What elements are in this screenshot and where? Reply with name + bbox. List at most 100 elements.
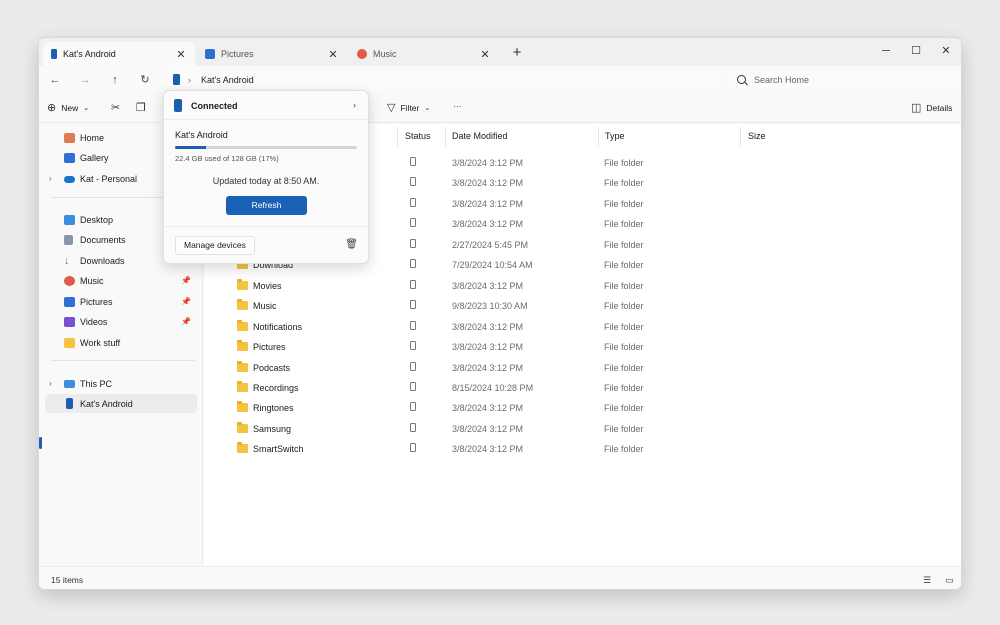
column-header-size[interactable]: Size <box>748 131 766 141</box>
pin-icon[interactable]: 📌 <box>181 297 191 306</box>
table-row[interactable]: Recordings 8/15/2024 10:28 PM File folder <box>204 378 961 398</box>
copy-button[interactable]: ❐ <box>136 101 151 114</box>
table-row[interactable]: Podcasts 3/8/2024 3:12 PM File folder <box>204 358 961 378</box>
tab-pictures[interactable]: Pictures ✕ <box>197 42 347 66</box>
cut-button[interactable]: ✂ <box>111 101 125 114</box>
file-name: Music <box>253 301 277 312</box>
file-name: Samsung <box>253 423 292 434</box>
back-button[interactable]: ← <box>47 72 63 88</box>
table-row[interactable]: Ringtones 3/8/2024 3:12 PM File folder <box>204 398 961 418</box>
file-date: 3/8/2024 3:12 PM <box>452 444 524 455</box>
chevron-right-icon[interactable]: › <box>49 379 52 388</box>
refresh-button[interactable]: Refresh <box>226 196 307 215</box>
sidebar-item-label: Music <box>80 275 104 286</box>
sidebar-item-work-stuff[interactable]: Work stuff <box>45 333 197 352</box>
file-name: Ringtones <box>253 403 294 414</box>
refresh-icon[interactable]: ↻ <box>137 72 153 88</box>
file-name: SmartSwitch <box>253 444 304 455</box>
tab-label: Music <box>373 49 397 59</box>
address-bar[interactable]: › Kat's Android <box>167 69 721 90</box>
folder-icon <box>237 319 248 331</box>
chevron-right-icon[interactable]: › <box>353 100 356 110</box>
tab-label: Pictures <box>221 49 254 59</box>
pictures-icon <box>205 49 215 59</box>
up-button[interactable]: ↑ <box>107 72 123 88</box>
details-view-icon[interactable]: ☰ <box>923 575 931 586</box>
pin-icon[interactable]: 📌 <box>181 317 191 326</box>
table-row[interactable]: Samsung 3/8/2024 3:12 PM File folder <box>204 419 961 439</box>
file-type: File folder <box>604 239 644 250</box>
forward-button[interactable]: → <box>77 72 93 88</box>
maximize-button[interactable]: ☐ <box>908 44 924 58</box>
tab-music[interactable]: Music ✕ <box>349 42 499 66</box>
videos-icon <box>64 316 75 327</box>
new-button[interactable]: ⊕ New ⌄ <box>47 101 89 114</box>
device-status-icon <box>410 341 416 351</box>
table-row[interactable]: Notifications 3/8/2024 3:12 PM File folder <box>204 317 961 337</box>
file-date: 2/27/2024 5:45 PM <box>452 239 529 250</box>
chevron-right-icon[interactable]: › <box>49 174 52 183</box>
table-row[interactable]: Pictures 3/8/2024 3:12 PM File folder <box>204 337 961 357</box>
table-row[interactable]: SmartSwitch 3/8/2024 3:12 PM File folder <box>204 439 961 459</box>
sidebar-item-label: Documents <box>80 234 126 245</box>
tiles-view-icon[interactable]: ▭ <box>945 575 954 586</box>
details-label: Details <box>926 102 953 113</box>
folder-icon <box>237 401 248 413</box>
minimize-button[interactable]: ─ <box>878 44 894 58</box>
this-pc-icon <box>64 380 75 388</box>
sidebar-item-label: Gallery <box>80 152 109 163</box>
filter-icon: ▽ <box>387 102 396 114</box>
column-header-status[interactable]: Status <box>405 131 431 141</box>
filter-button[interactable]: ▽ Filter ⌄ <box>387 101 430 114</box>
device-status-icon <box>410 259 416 269</box>
column-header-date-modified[interactable]: Date Modified <box>452 131 508 141</box>
chevron-down-icon: ⌄ <box>424 104 431 112</box>
trash-icon[interactable]: 🗑 <box>345 239 358 250</box>
sidebar-item-label: Desktop <box>80 214 114 225</box>
device-status-icon <box>410 361 416 371</box>
details-button[interactable]: ◫ Details <box>911 101 952 114</box>
sidebar-item-pictures[interactable]: Pictures 📌 <box>45 292 197 311</box>
column-header-type[interactable]: Type <box>605 131 625 141</box>
sidebar-item-label: Kat - Personal <box>80 173 138 184</box>
folder-icon <box>237 278 248 290</box>
breadcrumb-kats-android[interactable]: Kat's Android <box>201 75 254 85</box>
folder-icon <box>237 340 248 352</box>
sidebar-item-label: This PC <box>80 378 113 389</box>
table-row[interactable]: Movies 3/8/2024 3:12 PM File folder <box>204 276 961 296</box>
file-type: File folder <box>604 280 644 291</box>
manage-devices-button[interactable]: Manage devices <box>175 236 255 255</box>
folder-icon <box>237 421 248 433</box>
tab-bar: Kat's Android ✕ Pictures ✕ Music ✕ + ─ ☐… <box>39 38 961 66</box>
desktop-icon <box>64 214 75 225</box>
device-status-icon <box>410 218 416 228</box>
close-icon[interactable]: ✕ <box>479 48 491 61</box>
sidebar-item-label: Kat's Android <box>80 398 133 409</box>
sidebar-item-videos[interactable]: Videos 📌 <box>45 312 197 331</box>
sidebar-item-music[interactable]: Music 📌 <box>45 271 197 290</box>
sidebar-item-label: Pictures <box>80 296 113 307</box>
filter-label: Filter <box>400 102 420 113</box>
table-row[interactable]: Music 9/8/2023 10:30 AM File folder <box>204 296 961 316</box>
close-icon[interactable]: ✕ <box>327 48 339 61</box>
close-icon[interactable]: ✕ <box>175 48 187 61</box>
file-name: Pictures <box>253 342 286 353</box>
sidebar-item-kats-android[interactable]: Kat's Android <box>45 394 197 413</box>
file-type: File folder <box>604 342 644 353</box>
device-status-icon <box>410 402 416 412</box>
documents-icon <box>64 234 73 245</box>
sidebar-item-this-pc[interactable]: › This PC <box>45 374 197 393</box>
more-options-button[interactable]: ··· <box>453 101 462 111</box>
close-window-button[interactable]: ✕ <box>938 44 954 58</box>
pin-icon[interactable]: 📌 <box>181 276 191 285</box>
tab-kats-android[interactable]: Kat's Android ✕ <box>43 42 195 66</box>
connection-header[interactable]: Connected › <box>164 91 368 120</box>
device-status-icon <box>410 238 416 248</box>
gallery-icon <box>64 152 75 163</box>
search-input[interactable]: Search Home <box>729 69 957 90</box>
column-separator <box>445 127 446 147</box>
new-tab-button[interactable]: + <box>509 44 525 62</box>
phone-icon <box>173 74 180 85</box>
device-status-icon <box>410 177 416 187</box>
search-placeholder: Search Home <box>754 74 810 85</box>
